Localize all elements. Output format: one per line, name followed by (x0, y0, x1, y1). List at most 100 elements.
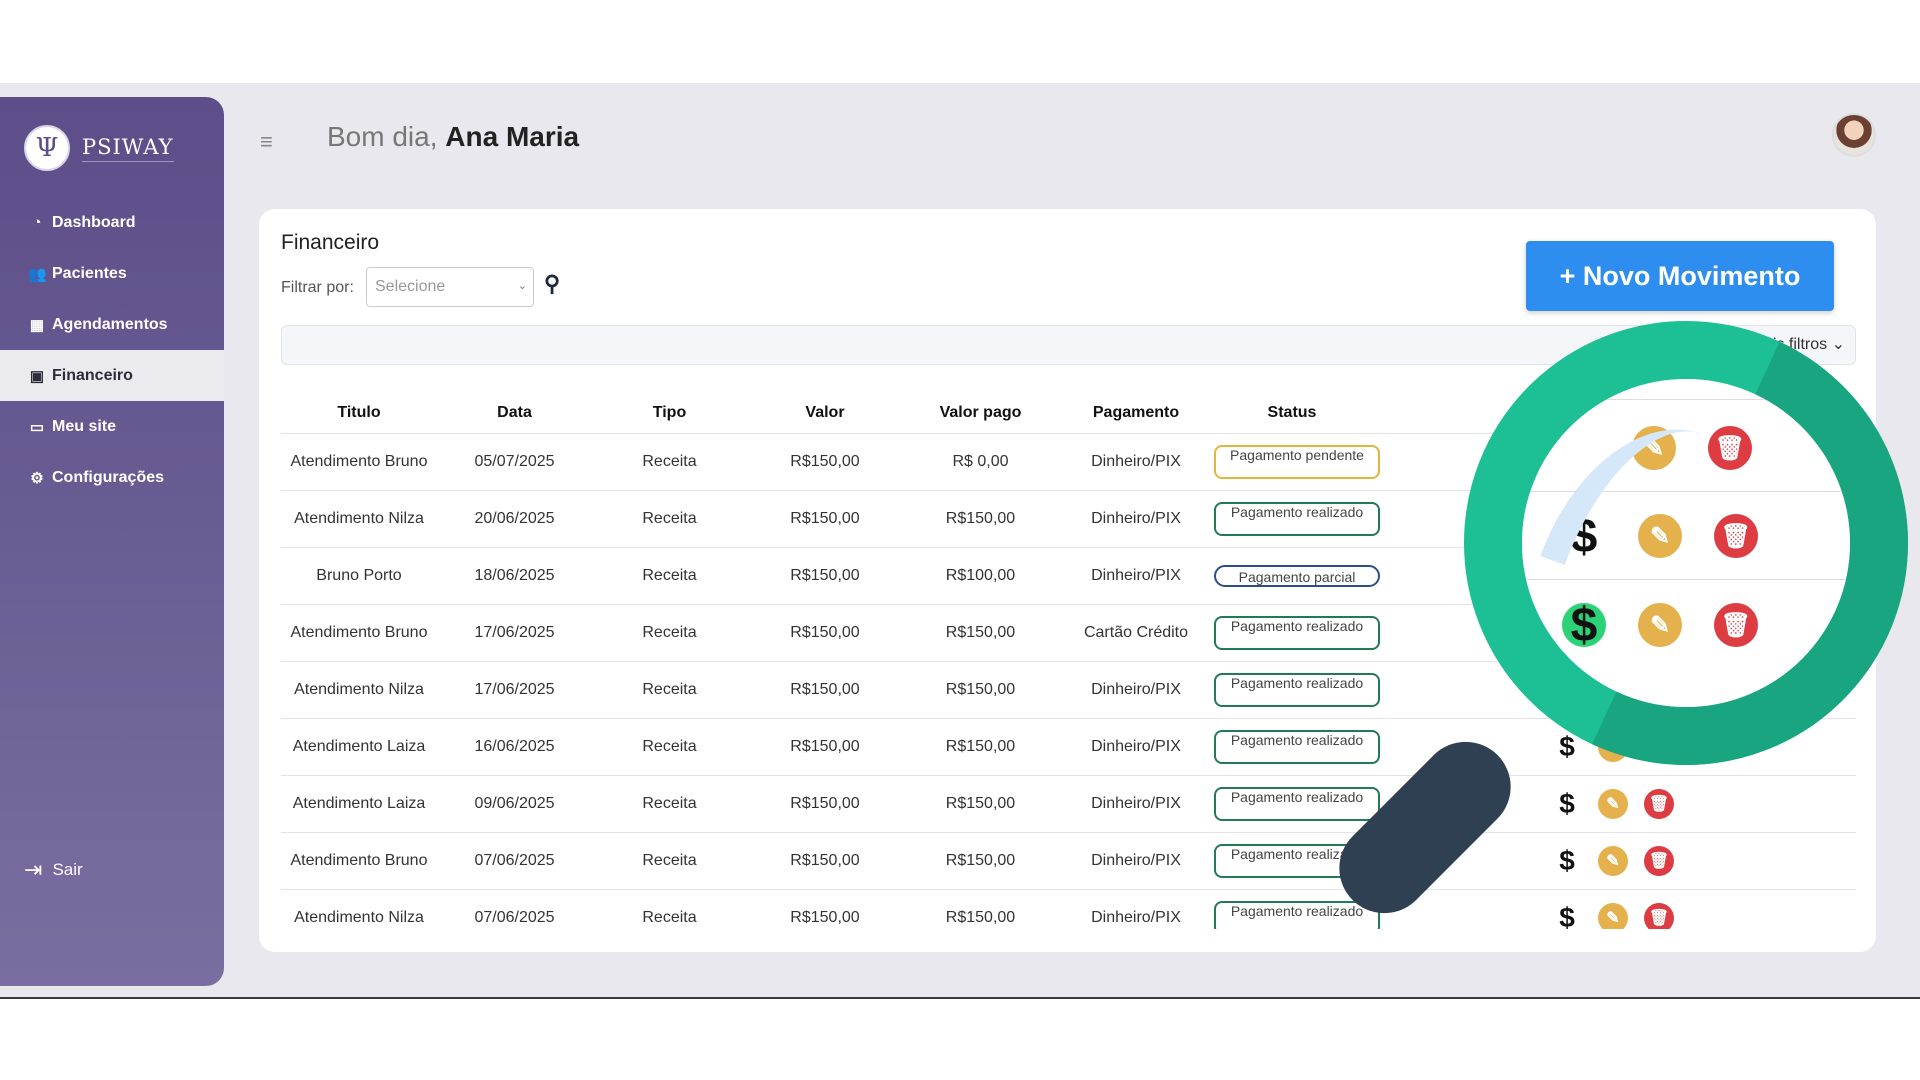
trash-icon[interactable]: 🗑 (1714, 603, 1758, 647)
cell-valor-pago: R$150,00 (903, 604, 1058, 662)
cell-valor: R$150,00 (747, 775, 903, 833)
cell-valor-pago: R$150,00 (903, 889, 1058, 929)
sidebar-item-financeiro[interactable]: ▣ Financeiro (0, 350, 224, 401)
trash-icon[interactable]: 🗑 (1708, 426, 1752, 470)
lens-row-divider (1522, 399, 1850, 400)
cell-titulo: Atendimento Bruno (281, 433, 437, 491)
trash-icon[interactable]: 🗑 (1714, 514, 1758, 558)
dollar-icon[interactable]: $ (1552, 902, 1582, 930)
cell-valor: R$150,00 (747, 718, 903, 776)
cell-pagamento: Dinheiro/PIX (1058, 661, 1214, 719)
cell-tipo: Receita (592, 718, 747, 776)
cell-valor: R$150,00 (747, 490, 903, 548)
cell-status: Pagamento realizado (1214, 661, 1380, 719)
cell-data: 07/06/2025 (437, 889, 592, 929)
search-icon[interactable]: ⚲ (544, 271, 560, 297)
cell-valor-pago: R$150,00 (903, 490, 1058, 548)
avatar[interactable] (1832, 113, 1876, 157)
lens-row-divider (1522, 579, 1850, 580)
new-movement-button[interactable]: + Novo Movimento (1526, 241, 1834, 311)
status-badge: Pagamento realizado (1214, 501, 1380, 536)
dollar-icon[interactable]: $ (1562, 599, 1606, 652)
cell-data: 17/06/2025 (437, 661, 592, 719)
cell-valor: R$150,00 (747, 661, 903, 719)
cell-titulo: Atendimento Nilza (281, 889, 437, 929)
cell-data: 20/06/2025 (437, 490, 592, 548)
status-badge: Pagamento realizado (1214, 672, 1380, 707)
chevron-down-icon: ⌄ (517, 280, 527, 292)
trash-icon[interactable]: 🗑 (1644, 788, 1674, 819)
cell-pagamento: Dinheiro/PIX (1058, 832, 1214, 890)
sidebar-item-pacientes[interactable]: 👥 Pacientes (0, 248, 224, 299)
cell-valor-pago: R$150,00 (903, 832, 1058, 890)
cell-status: Pagamento parcial (1214, 547, 1380, 605)
column-header: Valor (747, 393, 903, 434)
dollar-icon[interactable]: $ (1552, 845, 1582, 876)
sidebar-item-label: Financeiro (52, 366, 133, 384)
cell-titulo: Bruno Porto (281, 547, 437, 605)
cell-status: Pagamento realizado (1214, 718, 1380, 776)
status-badge: Pagamento pendente (1214, 444, 1380, 479)
lens-row-divider (1522, 491, 1850, 492)
sidebar-item-meu-site[interactable]: ▭ Meu site (0, 401, 224, 452)
cell-pagamento: Dinheiro/PIX (1058, 547, 1214, 605)
cell-status: Pagamento pendente (1214, 433, 1380, 491)
monitor-icon: ▭ (29, 418, 45, 436)
user-name: Ana Maria (445, 121, 580, 152)
status-badge: Pagamento realizado (1214, 786, 1380, 821)
cell-valor: R$150,00 (747, 832, 903, 890)
filter-label: Filtrar por: (281, 279, 354, 296)
cell-pagamento: Dinheiro/PIX (1058, 490, 1214, 548)
column-header: Tipo (592, 393, 747, 434)
trash-icon[interactable]: 🗑 (1644, 902, 1674, 929)
column-header: Valor pago (903, 393, 1058, 434)
edit-icon[interactable]: ✎ (1598, 845, 1628, 876)
cell-valor-pago: R$100,00 (903, 547, 1058, 605)
trash-icon[interactable]: 🗑 (1644, 845, 1674, 876)
sidebar: Ψ PSIWAY ◔ Dashboard 👥 Pacientes ▦ Agendament… (0, 97, 224, 986)
logout-button[interactable]: ⇥ Sair (24, 857, 83, 883)
cell-pagamento: Dinheiro/PIX (1058, 718, 1214, 776)
menu-toggle-icon[interactable]: ≡ (260, 129, 273, 155)
gears-icon: ⚙ (30, 469, 44, 487)
cell-data: 09/06/2025 (437, 775, 592, 833)
cell-status: Pagamento realizado (1214, 604, 1380, 662)
column-header: Status (1214, 393, 1370, 434)
cell-status: Pagamento realizado (1214, 775, 1380, 833)
dollar-icon[interactable]: $ (1552, 788, 1582, 819)
cell-tipo: Receita (592, 661, 747, 719)
cell-pagamento: Dinheiro/PIX (1058, 433, 1214, 491)
cell-status: Pagamento realizado (1214, 889, 1380, 929)
calendar-icon: ▦ (29, 316, 45, 334)
dashboard-icon: ◔ (32, 214, 42, 231)
lens-actions-row-3: $ ✎ 🗑 (1562, 599, 1758, 652)
cell-pagamento: Cartão Crédito (1058, 604, 1214, 662)
cell-pagamento: Dinheiro/PIX (1058, 775, 1214, 833)
sidebar-item-agendamentos[interactable]: ▦ Agendamentos (0, 299, 224, 350)
brand[interactable]: Ψ PSIWAY (24, 125, 174, 171)
cell-tipo: Receita (592, 490, 747, 548)
status-badge: Pagamento realizado (1214, 615, 1380, 650)
filter-select[interactable]: Selecione ⌄ (366, 267, 534, 307)
sidebar-item-dashboard[interactable]: ◔ Dashboard (0, 197, 224, 248)
page-title: Financeiro (281, 231, 380, 254)
edit-icon[interactable]: ✎ (1598, 902, 1628, 929)
cell-pagamento: Dinheiro/PIX (1058, 889, 1214, 929)
row-actions: $ ✎ 🗑 (1370, 902, 1856, 930)
cell-titulo: Atendimento Bruno (281, 604, 437, 662)
column-header: Pagamento (1058, 393, 1214, 434)
brand-name: PSIWAY (82, 135, 174, 162)
cell-tipo: Receita (592, 775, 747, 833)
table-row: Atendimento Laiza 09/06/2025 Receita R$150,… (281, 775, 1856, 833)
edit-icon[interactable]: ✎ (1598, 788, 1628, 819)
cell-valor: R$150,00 (747, 604, 903, 662)
sidebar-item-configura-es[interactable]: ⚙ Configurações (0, 452, 224, 503)
cell-valor: R$150,00 (747, 433, 903, 491)
column-header: Data (437, 393, 592, 434)
cell-data: 07/06/2025 (437, 832, 592, 890)
cell-titulo: Atendimento Laiza (281, 775, 437, 833)
table-row: Atendimento Bruno 07/06/2025 Receita R$150,… (281, 832, 1856, 890)
cell-titulo: Atendimento Laiza (281, 718, 437, 776)
cell-data: 16/06/2025 (437, 718, 592, 776)
edit-icon[interactable]: ✎ (1638, 603, 1682, 647)
